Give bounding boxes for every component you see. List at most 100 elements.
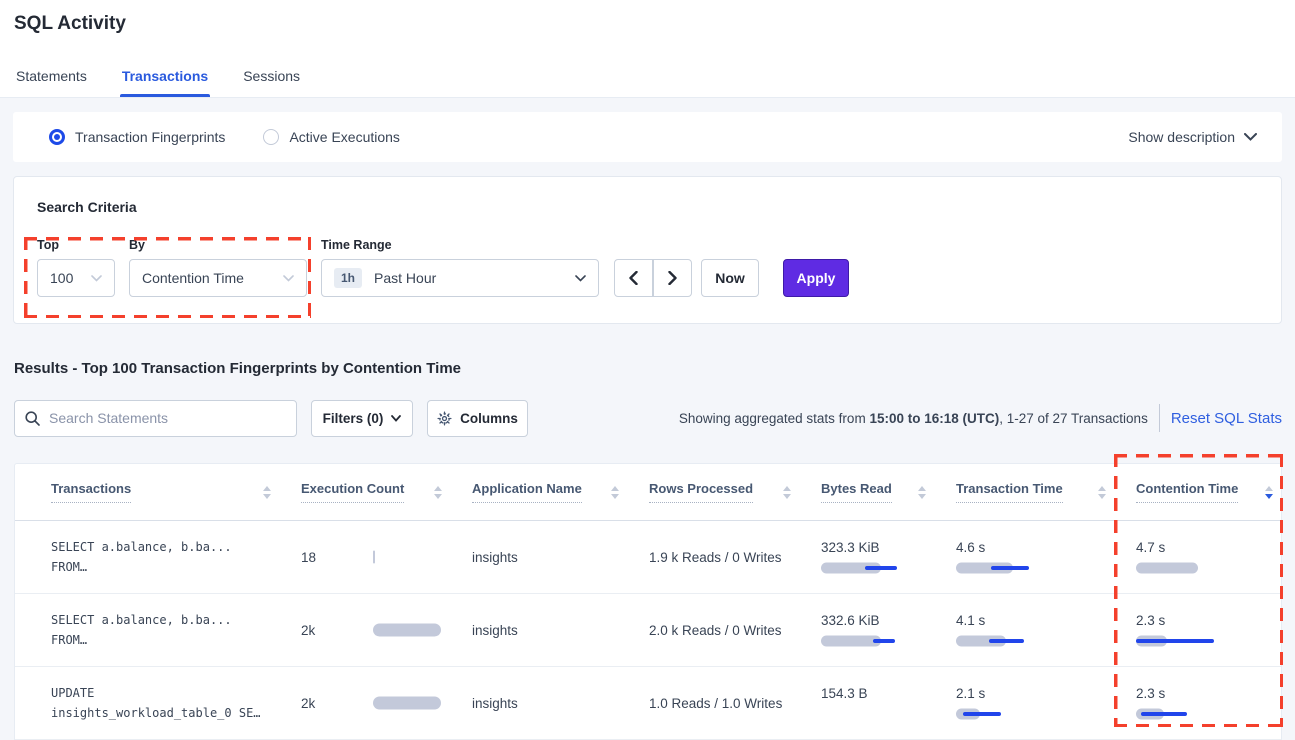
transaction-query-link[interactable]: UPDATE insights_workload_table_0 SE… bbox=[15, 667, 301, 739]
column-header-application-name: Application Name bbox=[472, 464, 649, 520]
execution-count-bar bbox=[373, 624, 441, 637]
sort-icon[interactable] bbox=[263, 486, 271, 499]
column-header-label[interactable]: Application Name bbox=[472, 481, 582, 503]
top-label: Top bbox=[37, 238, 115, 252]
chevron-down-icon bbox=[575, 275, 586, 282]
time-range-field: Time Range 1h Past Hour bbox=[321, 238, 599, 297]
column-header-label[interactable]: Bytes Read bbox=[821, 481, 892, 503]
bytes-read-cell: 323.3 KiB bbox=[821, 521, 956, 593]
search-statements-box bbox=[14, 400, 297, 437]
radio-label: Active Executions bbox=[289, 129, 400, 145]
results-controls-row: Filters (0) Columns Showing aggregated s… bbox=[14, 399, 1282, 437]
column-header-label[interactable]: Transaction Time bbox=[956, 481, 1063, 503]
transaction-time-bar bbox=[956, 634, 1076, 647]
gear-icon bbox=[437, 411, 452, 426]
reset-sql-stats-link[interactable]: Reset SQL Stats bbox=[1171, 410, 1282, 427]
radio-selected-icon[interactable] bbox=[49, 129, 65, 145]
bytes-read-cell: 332.6 KiB bbox=[821, 594, 956, 666]
top-field: Top 100 bbox=[37, 238, 115, 297]
column-header-label[interactable]: Transactions bbox=[51, 481, 131, 503]
table-row[interactable]: SELECT a.balance, b.ba... FROM… 18 insig… bbox=[15, 521, 1281, 594]
execution-count-bar bbox=[373, 697, 441, 710]
search-icon bbox=[25, 411, 40, 426]
execution-count-cell: 18 bbox=[301, 521, 472, 593]
application-name-cell: insights bbox=[472, 667, 649, 739]
rows-processed-cell: 2.0 k Reads / 0 Writes bbox=[649, 594, 821, 666]
radio-transaction-fingerprints[interactable]: Transaction Fingerprints bbox=[49, 129, 225, 145]
transaction-time-bar bbox=[956, 561, 1076, 574]
tab-statements[interactable]: Statements bbox=[14, 68, 89, 97]
top-select[interactable]: 100 bbox=[37, 259, 115, 297]
transaction-time-cell: 4.1 s bbox=[956, 594, 1136, 666]
columns-button[interactable]: Columns bbox=[427, 400, 528, 437]
show-description-toggle[interactable]: Show description bbox=[1128, 129, 1257, 145]
contention-time-cell: 2.3 s bbox=[1136, 594, 1283, 666]
search-criteria-card: Search Criteria Top 100 By Contention Ti… bbox=[13, 176, 1282, 324]
filters-label: Filters (0) bbox=[323, 411, 384, 426]
sort-icon[interactable] bbox=[783, 486, 791, 499]
page-header: SQL Activity Statements Transactions Ses… bbox=[0, 0, 1295, 98]
time-range-badge: 1h bbox=[334, 268, 362, 288]
by-select[interactable]: Contention Time bbox=[129, 259, 307, 297]
tab-transactions[interactable]: Transactions bbox=[120, 68, 210, 97]
column-header-label[interactable]: Rows Processed bbox=[649, 481, 753, 503]
now-button[interactable]: Now bbox=[701, 259, 759, 297]
contention-time-bar bbox=[1136, 707, 1256, 720]
page-title: SQL Activity bbox=[14, 13, 126, 35]
sort-icon[interactable] bbox=[434, 486, 442, 499]
show-description-label: Show description bbox=[1128, 129, 1235, 145]
sort-icon[interactable] bbox=[1098, 486, 1106, 499]
table-header-row: Transactions Execution Count Application… bbox=[15, 464, 1281, 521]
application-name-cell: insights bbox=[472, 521, 649, 593]
by-label: By bbox=[129, 238, 307, 252]
filters-button[interactable]: Filters (0) bbox=[311, 400, 413, 437]
next-time-button[interactable] bbox=[653, 259, 692, 297]
transaction-time-bar bbox=[956, 707, 1076, 720]
transaction-query-link[interactable]: SELECT a.balance, b.ba... FROM… bbox=[15, 521, 301, 593]
execution-count-cell: 2k bbox=[301, 594, 472, 666]
table-row[interactable]: UPDATE insights_workload_table_0 SE… 2k … bbox=[15, 667, 1281, 740]
transaction-time-cell: 2.1 s bbox=[956, 667, 1136, 739]
contention-time-bar bbox=[1136, 634, 1256, 647]
table-row[interactable]: SELECT a.balance, b.ba... FROM… 2k insig… bbox=[15, 594, 1281, 667]
column-header-label[interactable]: Contention Time bbox=[1136, 481, 1238, 503]
chevron-left-icon bbox=[629, 271, 638, 285]
chevron-right-icon bbox=[668, 271, 677, 285]
stats-group: Showing aggregated stats from 15:00 to 1… bbox=[679, 404, 1282, 432]
column-header-bytes-read: Bytes Read bbox=[821, 464, 956, 520]
column-header-transaction-time: Transaction Time bbox=[956, 464, 1136, 520]
bytes-read-bar bbox=[821, 561, 941, 574]
execution-count-bar bbox=[373, 551, 441, 564]
execution-count-cell: 2k bbox=[301, 667, 472, 739]
sort-icon[interactable] bbox=[611, 486, 619, 499]
column-header-contention-time: Contention Time bbox=[1136, 464, 1283, 520]
search-criteria-heading: Search Criteria bbox=[37, 199, 137, 215]
apply-button[interactable]: Apply bbox=[783, 259, 849, 297]
view-toggle-band: Transaction Fingerprints Active Executio… bbox=[13, 112, 1282, 162]
tab-sessions[interactable]: Sessions bbox=[241, 68, 302, 97]
aggregated-stats-text: Showing aggregated stats from 15:00 to 1… bbox=[679, 411, 1148, 426]
time-range-select[interactable]: 1h Past Hour bbox=[321, 259, 599, 297]
top-select-value: 100 bbox=[50, 270, 73, 286]
sort-icon-active-desc[interactable] bbox=[1265, 486, 1273, 499]
sort-icon[interactable] bbox=[918, 486, 926, 499]
rows-processed-cell: 1.0 Reads / 1.0 Writes bbox=[649, 667, 821, 739]
time-range-label: Time Range bbox=[321, 238, 599, 252]
transactions-table: Transactions Execution Count Application… bbox=[14, 463, 1282, 740]
application-name-cell: insights bbox=[472, 594, 649, 666]
chevron-down-icon bbox=[91, 275, 102, 282]
prev-time-button[interactable] bbox=[614, 259, 653, 297]
contention-time-bar bbox=[1136, 561, 1256, 574]
column-header-label[interactable]: Execution Count bbox=[301, 481, 404, 503]
transaction-query-link[interactable]: SELECT a.balance, b.ba... FROM… bbox=[15, 594, 301, 666]
search-statements-input[interactable] bbox=[49, 410, 286, 426]
radio-label: Transaction Fingerprints bbox=[75, 129, 225, 145]
contention-time-cell: 2.3 s bbox=[1136, 667, 1283, 739]
bytes-read-bar bbox=[821, 634, 941, 647]
column-header-rows-processed: Rows Processed bbox=[649, 464, 821, 520]
columns-label: Columns bbox=[460, 411, 518, 426]
sql-activity-page: SQL Activity Statements Transactions Ses… bbox=[0, 0, 1295, 740]
radio-active-executions[interactable]: Active Executions bbox=[263, 129, 400, 145]
tab-bar: Statements Transactions Sessions bbox=[14, 68, 302, 97]
radio-unselected-icon[interactable] bbox=[263, 129, 279, 145]
